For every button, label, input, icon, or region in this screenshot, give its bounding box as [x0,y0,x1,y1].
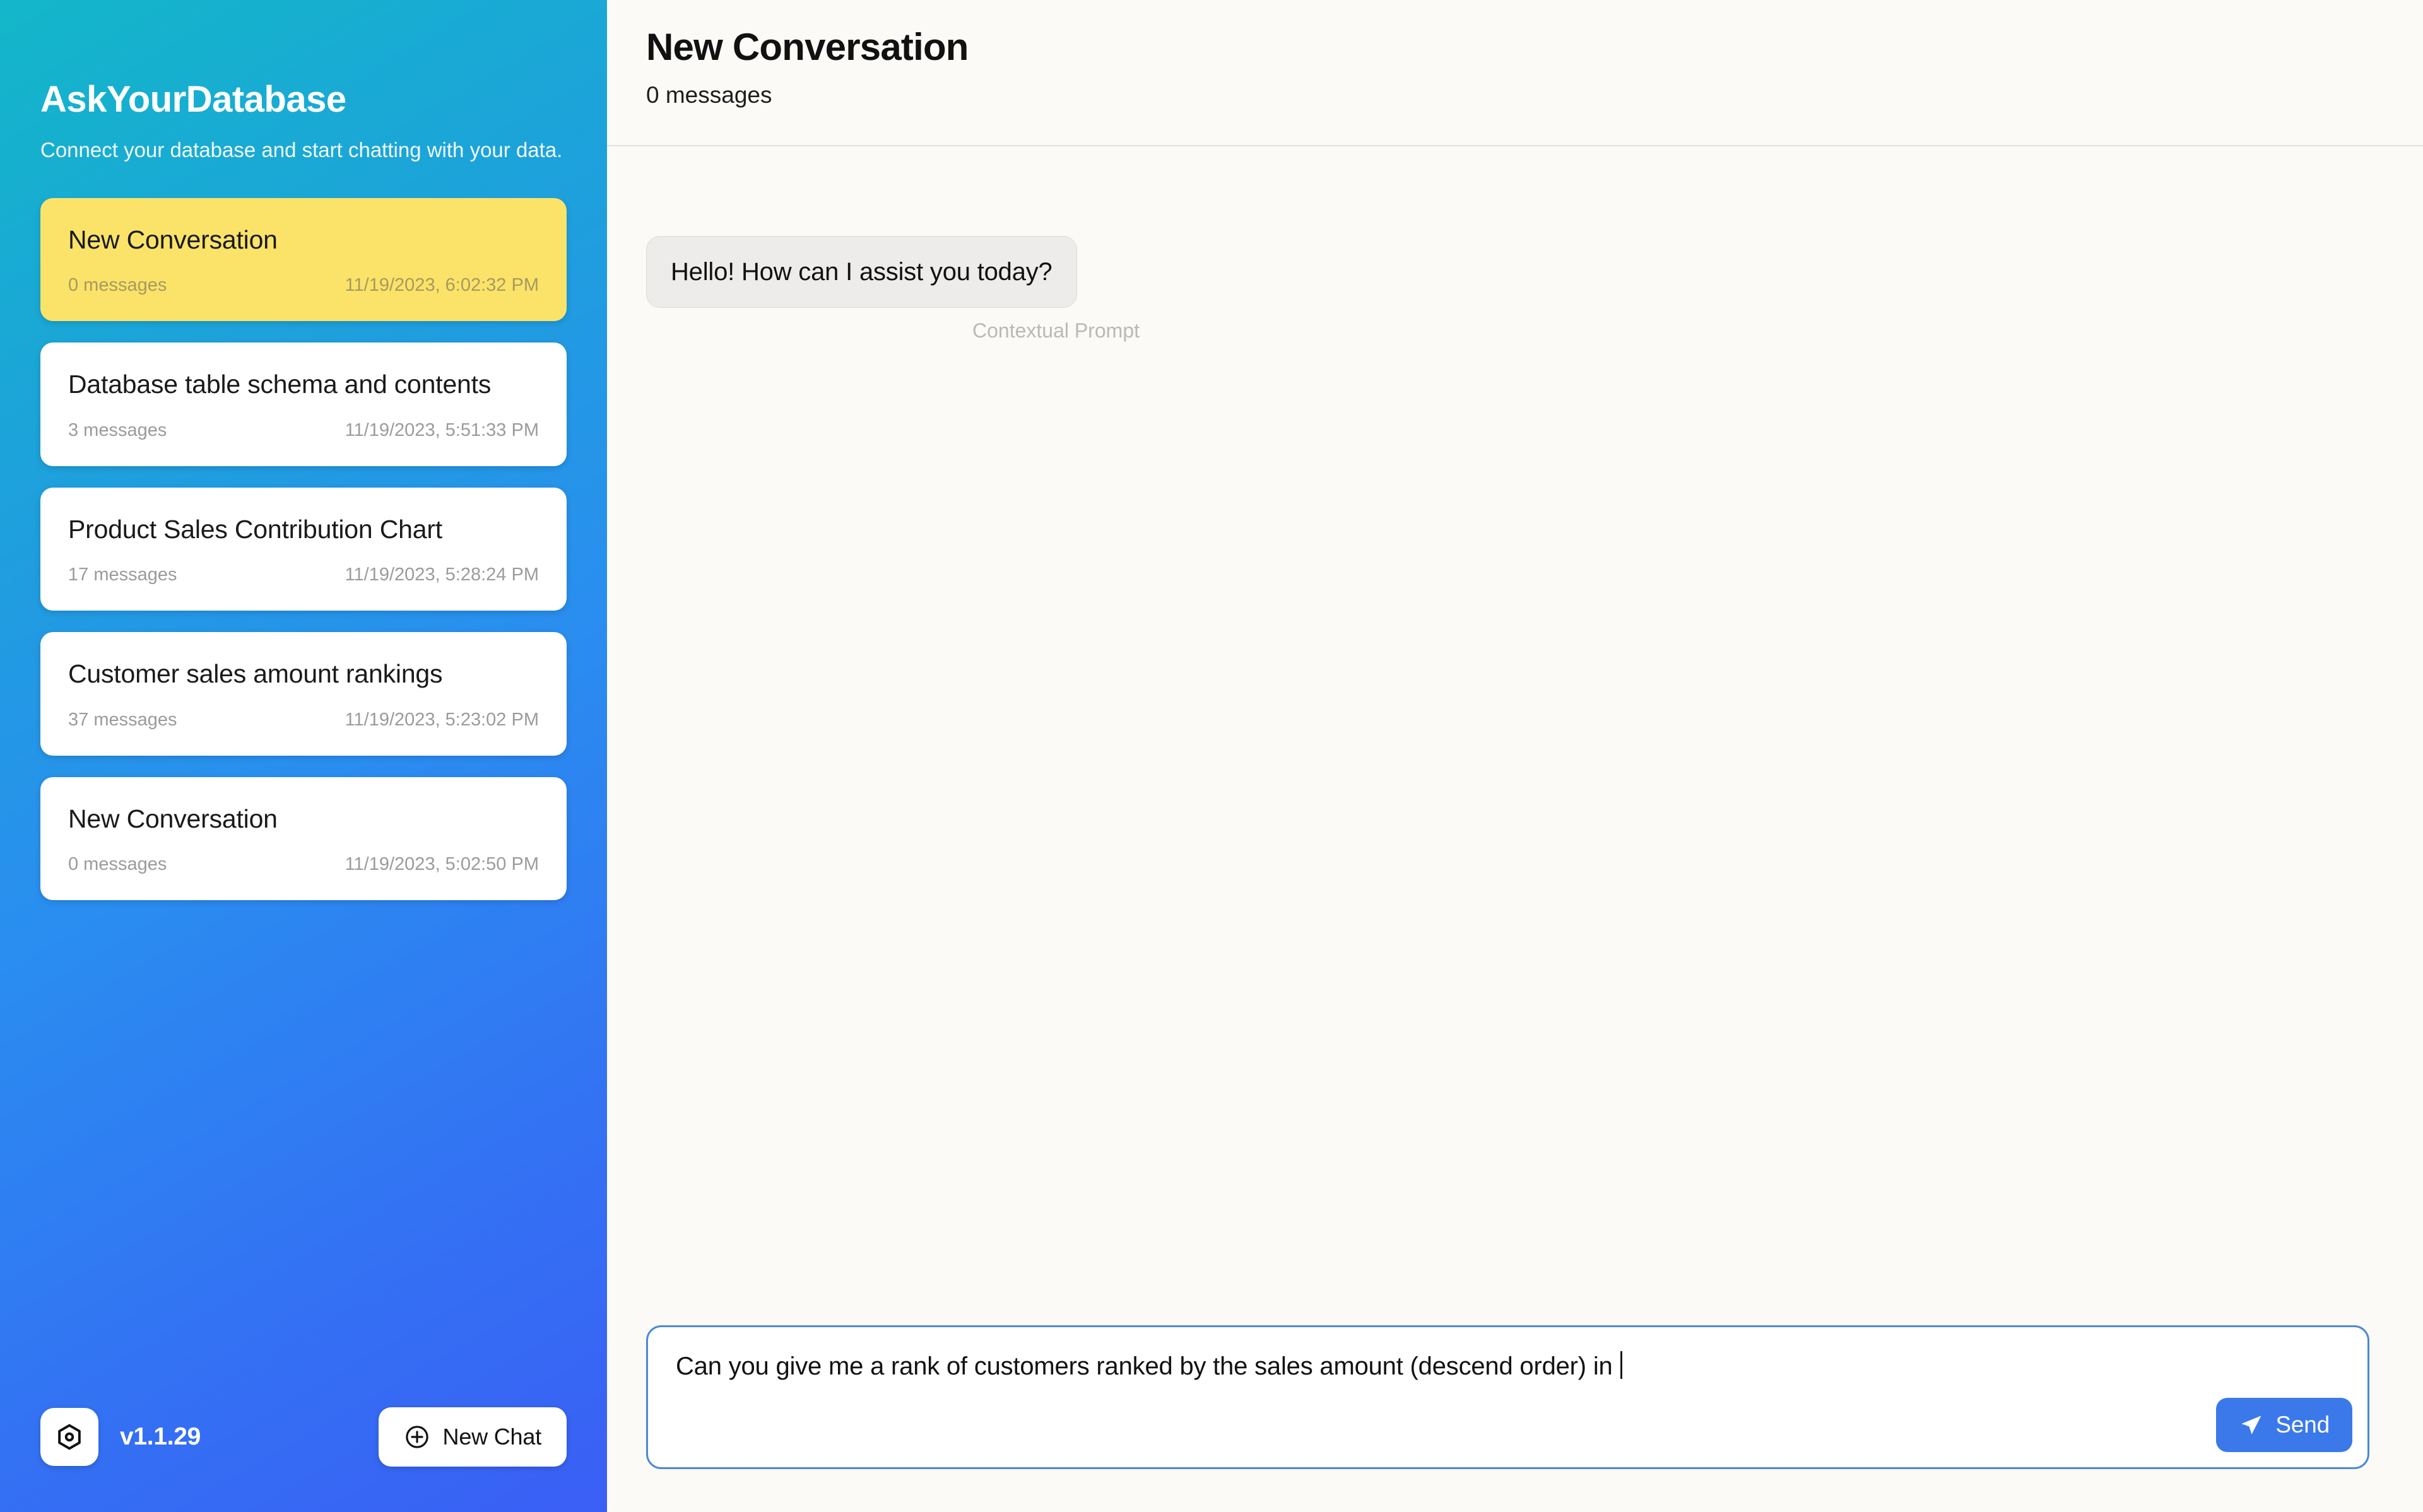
conversation-meta: 0 messages 11/19/2023, 5:02:50 PM [68,854,539,875]
conversation-timestamp: 11/19/2023, 5:51:33 PM [345,419,539,440]
conversation-timestamp: 11/19/2023, 5:23:02 PM [345,709,539,730]
sidebar: AskYourDatabase Connect your database an… [0,0,607,1512]
conversation-title: Customer sales amount rankings [68,659,443,689]
conversation-item-0[interactable]: New Conversation 0 messages 11/19/2023, … [40,197,567,322]
message-input-value: Can you give me a rank of customers rank… [676,1352,1620,1380]
settings-button[interactable] [40,1408,98,1466]
page-title: New Conversation [646,26,969,68]
text-caret [1620,1351,1623,1379]
message-input[interactable]: Can you give me a rank of customers rank… [646,1325,2369,1469]
conversation-meta: 3 messages 11/19/2023, 5:51:33 PM [68,420,539,441]
conversation-timestamp: 11/19/2023, 5:02:50 PM [345,854,539,875]
conversation-message-count: 37 messages [68,709,177,730]
plus-circle-icon [405,1426,428,1448]
chat-message-area: Hello! How can I assist you today? Conte… [607,146,2423,1298]
brand-title: AskYourDatabase [40,79,346,120]
conversation-message-count: 0 messages [68,854,167,875]
conversation-timestamp: 11/19/2023, 5:28:24 PM [345,565,539,585]
new-chat-button[interactable]: New Chat [378,1407,567,1467]
message-row: Hello! How can I assist you today? Conte… [646,236,1151,343]
conversation-item-1[interactable]: Database table schema and contents 3 mes… [40,343,567,466]
conversation-title: Product Sales Contribution Chart [68,514,442,544]
conversation-title: New Conversation [68,804,278,833]
conversation-timestamp: 11/19/2023, 6:02:32 PM [345,275,539,296]
conversation-title: Database table schema and contents [68,370,492,399]
conversation-message-count: 3 messages [68,419,167,440]
conversation-item-4[interactable]: New Conversation 0 messages 11/19/2023, … [40,777,567,901]
conversation-list[interactable]: New Conversation 0 messages 11/19/2023, … [0,197,607,1407]
app-root: AskYourDatabase Connect your database an… [0,0,2423,1512]
conversation-message-count: 0 messages [68,275,167,296]
conversation-meta: 37 messages 11/19/2023, 5:23:02 PM [68,710,539,730]
sidebar-header: AskYourDatabase Connect your database an… [0,0,607,165]
assistant-message-bubble: Hello! How can I assist you today? [646,236,1077,308]
conversation-title: New Conversation [68,225,278,254]
send-button-label: Send [2275,1412,2330,1438]
sidebar-footer: v1.1.29 New Chat [0,1407,607,1512]
conversation-item-3[interactable]: Customer sales amount rankings 37 messag… [40,632,567,756]
message-count-label: 0 messages [646,82,772,108]
new-chat-label: New Chat [442,1424,542,1450]
composer: Can you give me a rank of customers rank… [607,1298,2423,1512]
conversation-meta: 17 messages 11/19/2023, 5:28:24 PM [68,565,539,585]
send-button[interactable]: Send [2216,1398,2352,1452]
conversation-message-count: 17 messages [68,565,177,585]
version-label: v1.1.29 [120,1423,201,1450]
paper-plane-icon [2241,1415,2261,1434]
hex-nut-settings-icon [58,1424,81,1450]
conversation-meta: 0 messages 11/19/2023, 6:02:32 PM [68,275,539,296]
main-header: New Conversation 0 messages [607,0,2423,146]
contextual-prompt-label: Contextual Prompt [972,319,1140,342]
main-panel: New Conversation 0 messages Hello! How c… [607,0,2423,1512]
brand-subtitle: Connect your database and start chatting… [40,138,563,161]
conversation-item-2[interactable]: Product Sales Contribution Chart 17 mess… [40,487,567,611]
